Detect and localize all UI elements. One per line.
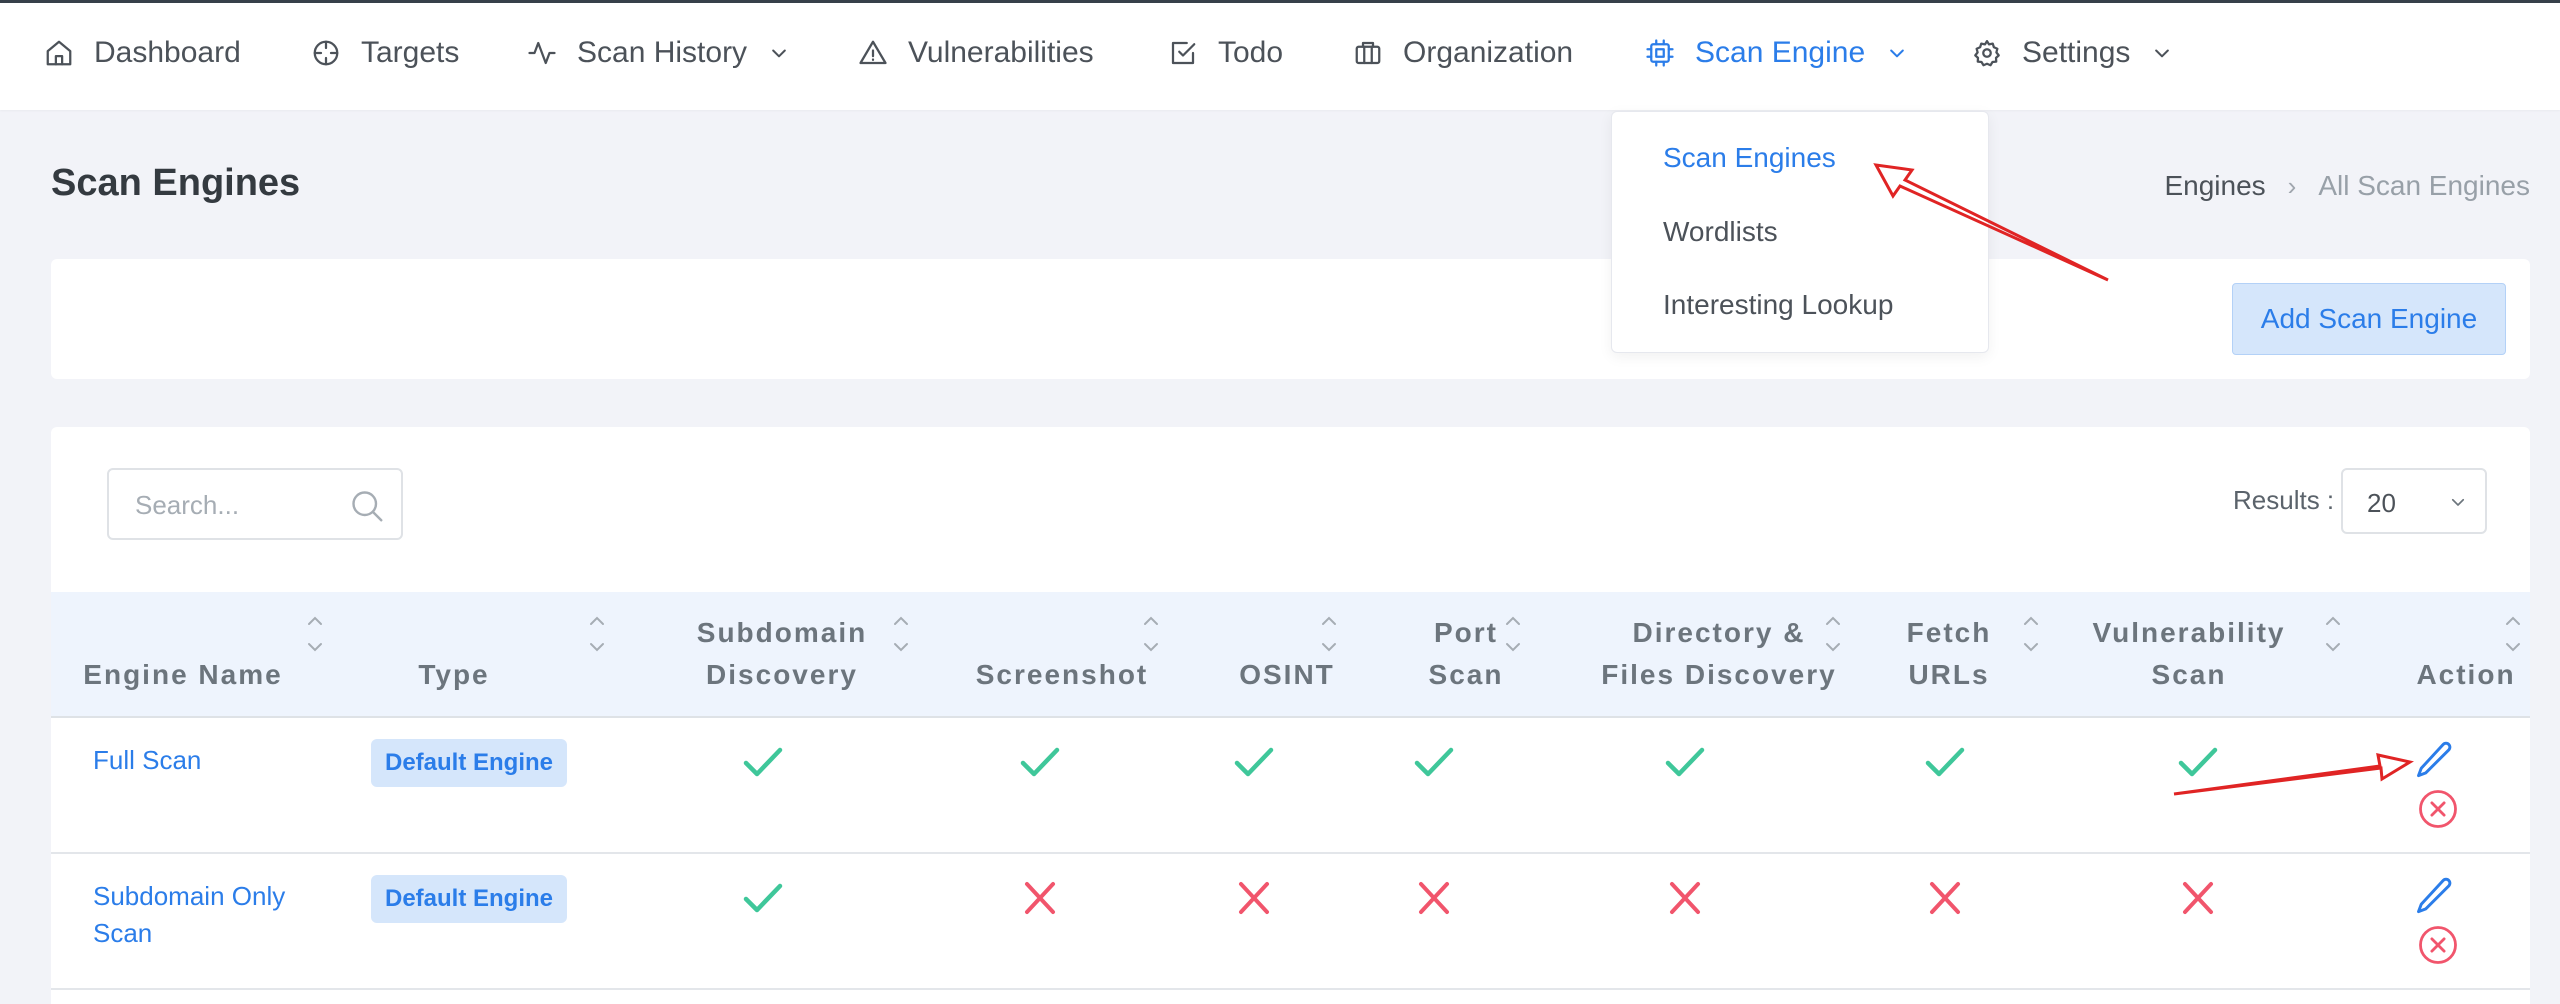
col-type[interactable]: Type (351, 592, 557, 718)
scan-engine-dropdown: Scan Engines Wordlists Interesting Looku… (1611, 111, 1989, 353)
sort-icon[interactable] (2323, 612, 2343, 656)
engines-table-card: Results : 20 Engine Name Type SubdomainD… (51, 427, 2530, 1004)
engine-name-link[interactable]: Subdomain Only Scan (93, 878, 343, 952)
cross-icon (1025, 882, 1055, 914)
nav-settings[interactable]: Settings (1972, 36, 2172, 70)
sort-icon[interactable] (1141, 612, 1161, 656)
cross-icon (1670, 882, 1700, 914)
nav-organization[interactable]: Organization (1353, 36, 1573, 70)
nav-dashboard[interactable]: Dashboard (44, 36, 241, 70)
nav-scan-engine-label: Scan Engine (1695, 36, 1866, 69)
nav-scan-history-label: Scan History (577, 36, 748, 69)
chevron-down-icon (1887, 43, 1907, 63)
dropdown-item-interesting-lookup[interactable]: Interesting Lookup (1663, 289, 1893, 321)
activity-icon (527, 38, 557, 68)
engine-type-badge: Default Engine (371, 739, 568, 787)
check-icon (743, 883, 783, 913)
col-vulnerability-scan[interactable]: Vulnerability Scan (2051, 592, 2327, 718)
top-navbar: Dashboard Targets Scan History Vulnerabi… (0, 0, 2560, 110)
nav-todo-label: Todo (1218, 36, 1284, 69)
sort-icon[interactable] (891, 612, 911, 656)
breadcrumb-engines[interactable]: Engines (2164, 170, 2265, 202)
chevron-down-icon (2451, 498, 2465, 506)
check-square-icon (1168, 38, 1198, 68)
alert-triangle-icon (858, 38, 888, 68)
home-icon (44, 38, 74, 68)
sort-icon[interactable] (1319, 612, 1339, 656)
cross-icon (1239, 882, 1269, 914)
pencil-icon[interactable] (2413, 738, 2457, 782)
cross-icon (2183, 882, 2213, 914)
table-row: Subdomain Only Scan Default Engine (51, 854, 2530, 990)
sort-icon[interactable] (1823, 612, 1843, 656)
dropdown-item-scan-engines[interactable]: Scan Engines (1663, 142, 1836, 174)
cross-icon (1419, 882, 1449, 914)
col-subdomain-discovery[interactable]: Subdomain Discovery (651, 592, 913, 718)
search-icon (352, 491, 383, 522)
chevron-down-icon (769, 43, 789, 63)
nav-vulnerabilities[interactable]: Vulnerabilities (858, 36, 1094, 70)
col-engine-name[interactable]: Engine Name (73, 592, 293, 718)
sort-icon[interactable] (587, 612, 607, 656)
actions-card: Add Scan Engine (51, 259, 2530, 379)
nav-organization-label: Organization (1403, 36, 1574, 69)
check-icon (2178, 747, 2218, 777)
sort-icon[interactable] (2503, 612, 2523, 656)
breadcrumb-separator-icon: › (2287, 170, 2297, 201)
nav-settings-label: Settings (2022, 36, 2131, 69)
nav-targets[interactable]: Targets (311, 36, 459, 70)
nav-targets-label: Targets (361, 36, 460, 69)
pencil-icon[interactable] (2413, 874, 2457, 918)
check-icon (1020, 747, 1060, 777)
cross-icon (1930, 882, 1960, 914)
col-port-scan[interactable]: Port Scan (1361, 592, 1571, 718)
search-box[interactable] (107, 468, 403, 540)
nav-scan-engine[interactable]: Scan Engine (1645, 36, 1907, 70)
page-title: Scan Engines (51, 162, 301, 204)
check-icon (1925, 747, 1965, 777)
nav-scan-history[interactable]: Scan History (527, 36, 789, 70)
briefcase-icon (1353, 38, 1383, 68)
search-input[interactable] (135, 488, 335, 522)
engine-name-link[interactable]: Full Scan (93, 742, 343, 779)
cpu-icon (1645, 38, 1675, 68)
chevron-down-icon (2152, 43, 2172, 63)
breadcrumb: Engines › All Scan Engines (2164, 170, 2530, 202)
table-row: Full Scan Default Engine (51, 718, 2530, 854)
nav-vulnerabilities-label: Vulnerabilities (908, 36, 1094, 69)
results-per-page-value: 20 (2367, 488, 2396, 518)
check-icon (1234, 747, 1274, 777)
nav-dashboard-label: Dashboard (94, 36, 241, 69)
results-label: Results : (2233, 485, 2335, 515)
check-icon (1665, 747, 1705, 777)
sort-icon[interactable] (2021, 612, 2041, 656)
engine-type-badge: Default Engine (371, 875, 568, 923)
table-header: Engine Name Type Subdomain Discovery Scre… (51, 592, 2530, 718)
circle-x-icon[interactable] (2417, 924, 2459, 966)
sort-icon[interactable] (305, 612, 325, 656)
add-scan-engine-button[interactable]: Add Scan Engine (2232, 283, 2506, 355)
crosshair-icon (311, 38, 341, 68)
check-icon (1414, 747, 1454, 777)
dropdown-item-wordlists[interactable]: Wordlists (1663, 216, 1778, 248)
breadcrumb-current: All Scan Engines (2318, 170, 2530, 201)
sort-icon[interactable] (1503, 612, 1523, 656)
nav-todo[interactable]: Todo (1168, 36, 1283, 70)
check-icon (743, 747, 783, 777)
results-per-page-select[interactable]: 20 (2341, 468, 2487, 534)
gear-icon (1972, 38, 2002, 68)
circle-x-icon[interactable] (2417, 788, 2459, 830)
